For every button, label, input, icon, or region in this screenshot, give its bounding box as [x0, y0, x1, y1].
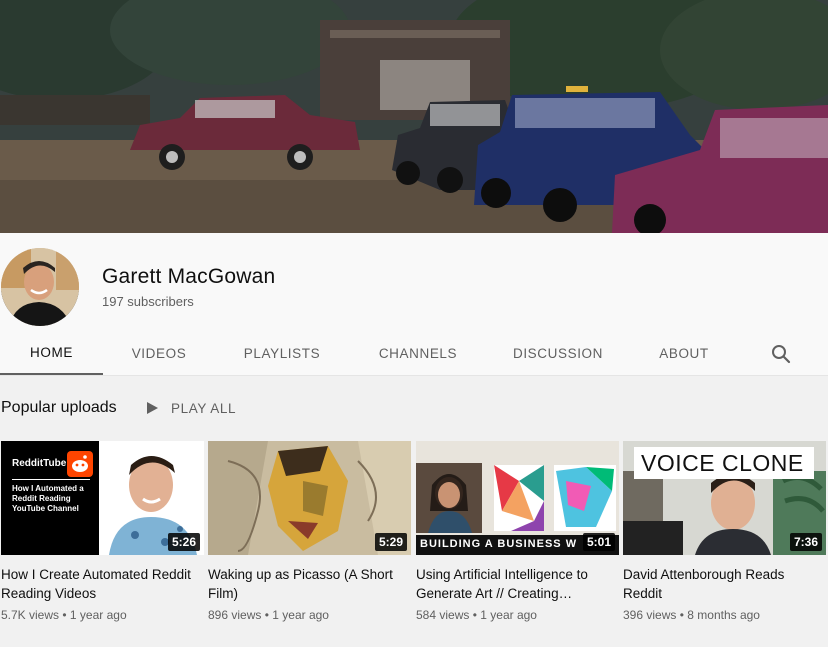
- upload-age: 1 year ago: [69, 608, 127, 622]
- video-duration: 5:01: [582, 533, 615, 551]
- video-meta: 584 views • 1 year ago: [416, 608, 619, 622]
- thumb-caption: VOICE CLONE: [641, 450, 804, 476]
- video-title[interactable]: David Attenborough Reads Reddit: [623, 565, 819, 603]
- view-count: 584 views: [416, 608, 470, 622]
- channel-banner: [0, 0, 828, 233]
- meta-separator: •: [472, 608, 477, 622]
- video-thumbnail[interactable]: VOICE CLONE 7:36: [623, 441, 826, 555]
- tab-videos[interactable]: VIDEOS: [117, 332, 201, 375]
- video-duration: 5:26: [167, 533, 200, 551]
- channel-name: Garett MacGowan: [102, 265, 276, 288]
- meta-separator: •: [264, 608, 269, 622]
- upload-age: 1 year ago: [480, 608, 537, 622]
- video-thumbnail[interactable]: BUILDING A BUSINESS W 5:01: [416, 441, 619, 555]
- thumb-caption: BUILDING A BUSINESS W: [420, 538, 578, 550]
- play-all-label: PLAY ALL: [171, 400, 237, 416]
- video-card: VOICE CLONE 7:36 David Attenborough Read…: [623, 441, 826, 622]
- meta-separator: •: [62, 608, 67, 622]
- channel-avatar[interactable]: [1, 248, 79, 326]
- video-card: BUILDING A BUSINESS W 5:01 Using Artific…: [416, 441, 619, 622]
- channel-tabs: HOME VIDEOS PLAYLISTS CHANNELS DISCUSSIO…: [0, 332, 828, 376]
- video-thumbnail[interactable]: RedditTube How I Automated a Reddit Read…: [1, 441, 204, 555]
- view-count: 5.7K views: [1, 608, 60, 622]
- upload-age: 1 year ago: [272, 608, 329, 622]
- play-icon: [147, 402, 158, 414]
- reddit-icon: [67, 451, 93, 477]
- search-icon[interactable]: [769, 342, 793, 366]
- tab-playlists[interactable]: PLAYLISTS: [228, 332, 336, 375]
- video-card: RedditTube How I Automated a Reddit Read…: [1, 441, 204, 622]
- video-duration: 5:29: [374, 533, 407, 551]
- meta-separator: •: [679, 608, 684, 622]
- tab-discussion[interactable]: DISCUSSION: [500, 332, 616, 375]
- video-title[interactable]: Using Artificial Intelligence to Generat…: [416, 565, 612, 603]
- tab-home[interactable]: HOME: [0, 332, 103, 375]
- tab-channels[interactable]: CHANNELS: [364, 332, 472, 375]
- video-title[interactable]: Waking up as Picasso (A Short Film): [208, 565, 404, 603]
- subscriber-count: 197 subscribers: [102, 294, 194, 309]
- avatar-image: [1, 248, 79, 326]
- upload-age: 8 months ago: [687, 608, 760, 622]
- tab-about[interactable]: ABOUT: [644, 332, 724, 375]
- thumb-caption: How I Automated a Reddit Reading YouTube…: [12, 484, 84, 513]
- video-meta: 5.7K views • 1 year ago: [1, 608, 204, 622]
- video-thumbnail[interactable]: 5:29: [208, 441, 411, 555]
- play-all-button[interactable]: PLAY ALL: [145, 397, 236, 419]
- video-meta: 896 views • 1 year ago: [208, 608, 411, 622]
- view-count: 396 views: [623, 608, 677, 622]
- video-card: 5:29 Waking up as Picasso (A Short Film)…: [208, 441, 411, 622]
- thumb-brand: RedditTube: [12, 458, 67, 469]
- video-duration: 7:36: [789, 533, 822, 551]
- view-count: 896 views: [208, 608, 262, 622]
- banner-image: [0, 0, 828, 233]
- shelf-title[interactable]: Popular uploads: [1, 399, 117, 417]
- video-meta: 396 views • 8 months ago: [623, 608, 826, 622]
- video-title[interactable]: How I Create Automated Reddit Reading Vi…: [1, 565, 197, 603]
